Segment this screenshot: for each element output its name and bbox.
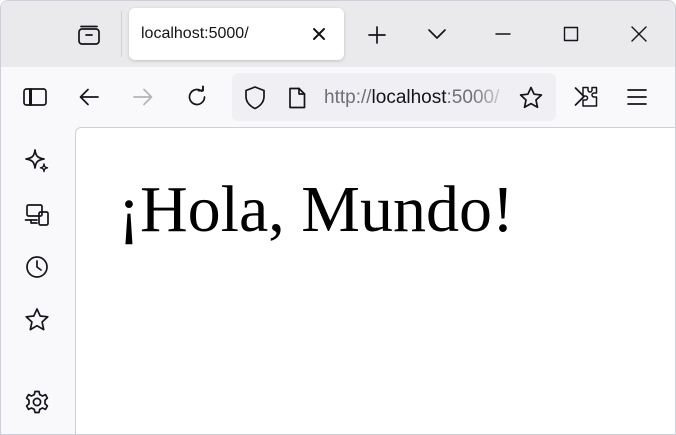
page-info-button[interactable] xyxy=(284,85,310,111)
sidebar-icon xyxy=(22,86,48,108)
sidebar-item-bookmarks[interactable] xyxy=(21,304,53,336)
sidebar-item-ai-chatbot[interactable] xyxy=(21,145,53,177)
window-minimize-button[interactable] xyxy=(487,18,519,50)
tabstrip-divider xyxy=(121,11,122,57)
window-close-button[interactable] xyxy=(623,18,655,50)
shield-icon xyxy=(243,85,267,111)
sidebar-settings-button[interactable] xyxy=(21,386,53,418)
history-clock-icon xyxy=(23,253,51,281)
sidebar-toggle-button[interactable] xyxy=(19,81,51,113)
star-icon xyxy=(518,85,544,111)
tab-title: localhost:5000/ xyxy=(141,25,249,42)
url-protocol: http:// xyxy=(324,87,372,108)
sidebar-item-synced-tabs[interactable] xyxy=(21,199,53,231)
close-icon xyxy=(629,24,649,44)
tracking-protection-button[interactable] xyxy=(242,85,268,111)
new-tab-button[interactable] xyxy=(361,19,393,51)
tab-manager-icon xyxy=(76,23,102,47)
extensions-icon xyxy=(573,84,601,110)
sidebar-item-history[interactable] xyxy=(21,251,53,283)
navigation-toolbar: http://localhost:5000/ xyxy=(1,67,675,127)
reload-button[interactable] xyxy=(181,81,213,113)
forward-button[interactable] xyxy=(127,81,159,113)
tab-manager-button[interactable] xyxy=(69,19,109,51)
page-icon xyxy=(286,86,308,110)
gear-icon xyxy=(23,388,51,416)
chevron-down-icon xyxy=(426,23,448,45)
url-bar[interactable]: http://localhost:5000/ xyxy=(232,73,556,121)
tab-localhost[interactable]: localhost:5000/ xyxy=(129,8,344,60)
minimize-icon xyxy=(493,24,513,44)
url-host: localhost xyxy=(371,87,447,108)
close-icon xyxy=(311,26,327,42)
plus-icon xyxy=(366,24,388,46)
bookmark-page-button[interactable] xyxy=(517,84,545,112)
url-fade xyxy=(472,81,518,113)
list-all-tabs-button[interactable] xyxy=(421,18,453,50)
reload-icon xyxy=(185,85,209,109)
maximize-icon xyxy=(561,24,581,44)
page-heading: ¡Hola, Mundo! xyxy=(118,173,514,246)
page-content: ¡Hola, Mundo! xyxy=(75,127,675,434)
bookmarks-star-icon xyxy=(23,306,51,334)
extensions-button[interactable] xyxy=(571,81,603,113)
synced-devices-icon xyxy=(23,201,51,229)
tab-close-button[interactable] xyxy=(307,22,331,46)
hamburger-menu-icon xyxy=(625,86,649,108)
back-button[interactable] xyxy=(73,81,105,113)
arrow-right-icon xyxy=(131,86,155,108)
browser-window: localhost:5000/ http://localhost ¡Hola, … xyxy=(0,0,676,435)
tab-strip: localhost:5000/ xyxy=(1,1,675,67)
application-menu-button[interactable] xyxy=(621,81,653,113)
ai-sparkle-icon xyxy=(23,147,51,175)
arrow-left-icon xyxy=(77,86,101,108)
window-maximize-button[interactable] xyxy=(555,18,587,50)
sidebar xyxy=(1,127,75,434)
